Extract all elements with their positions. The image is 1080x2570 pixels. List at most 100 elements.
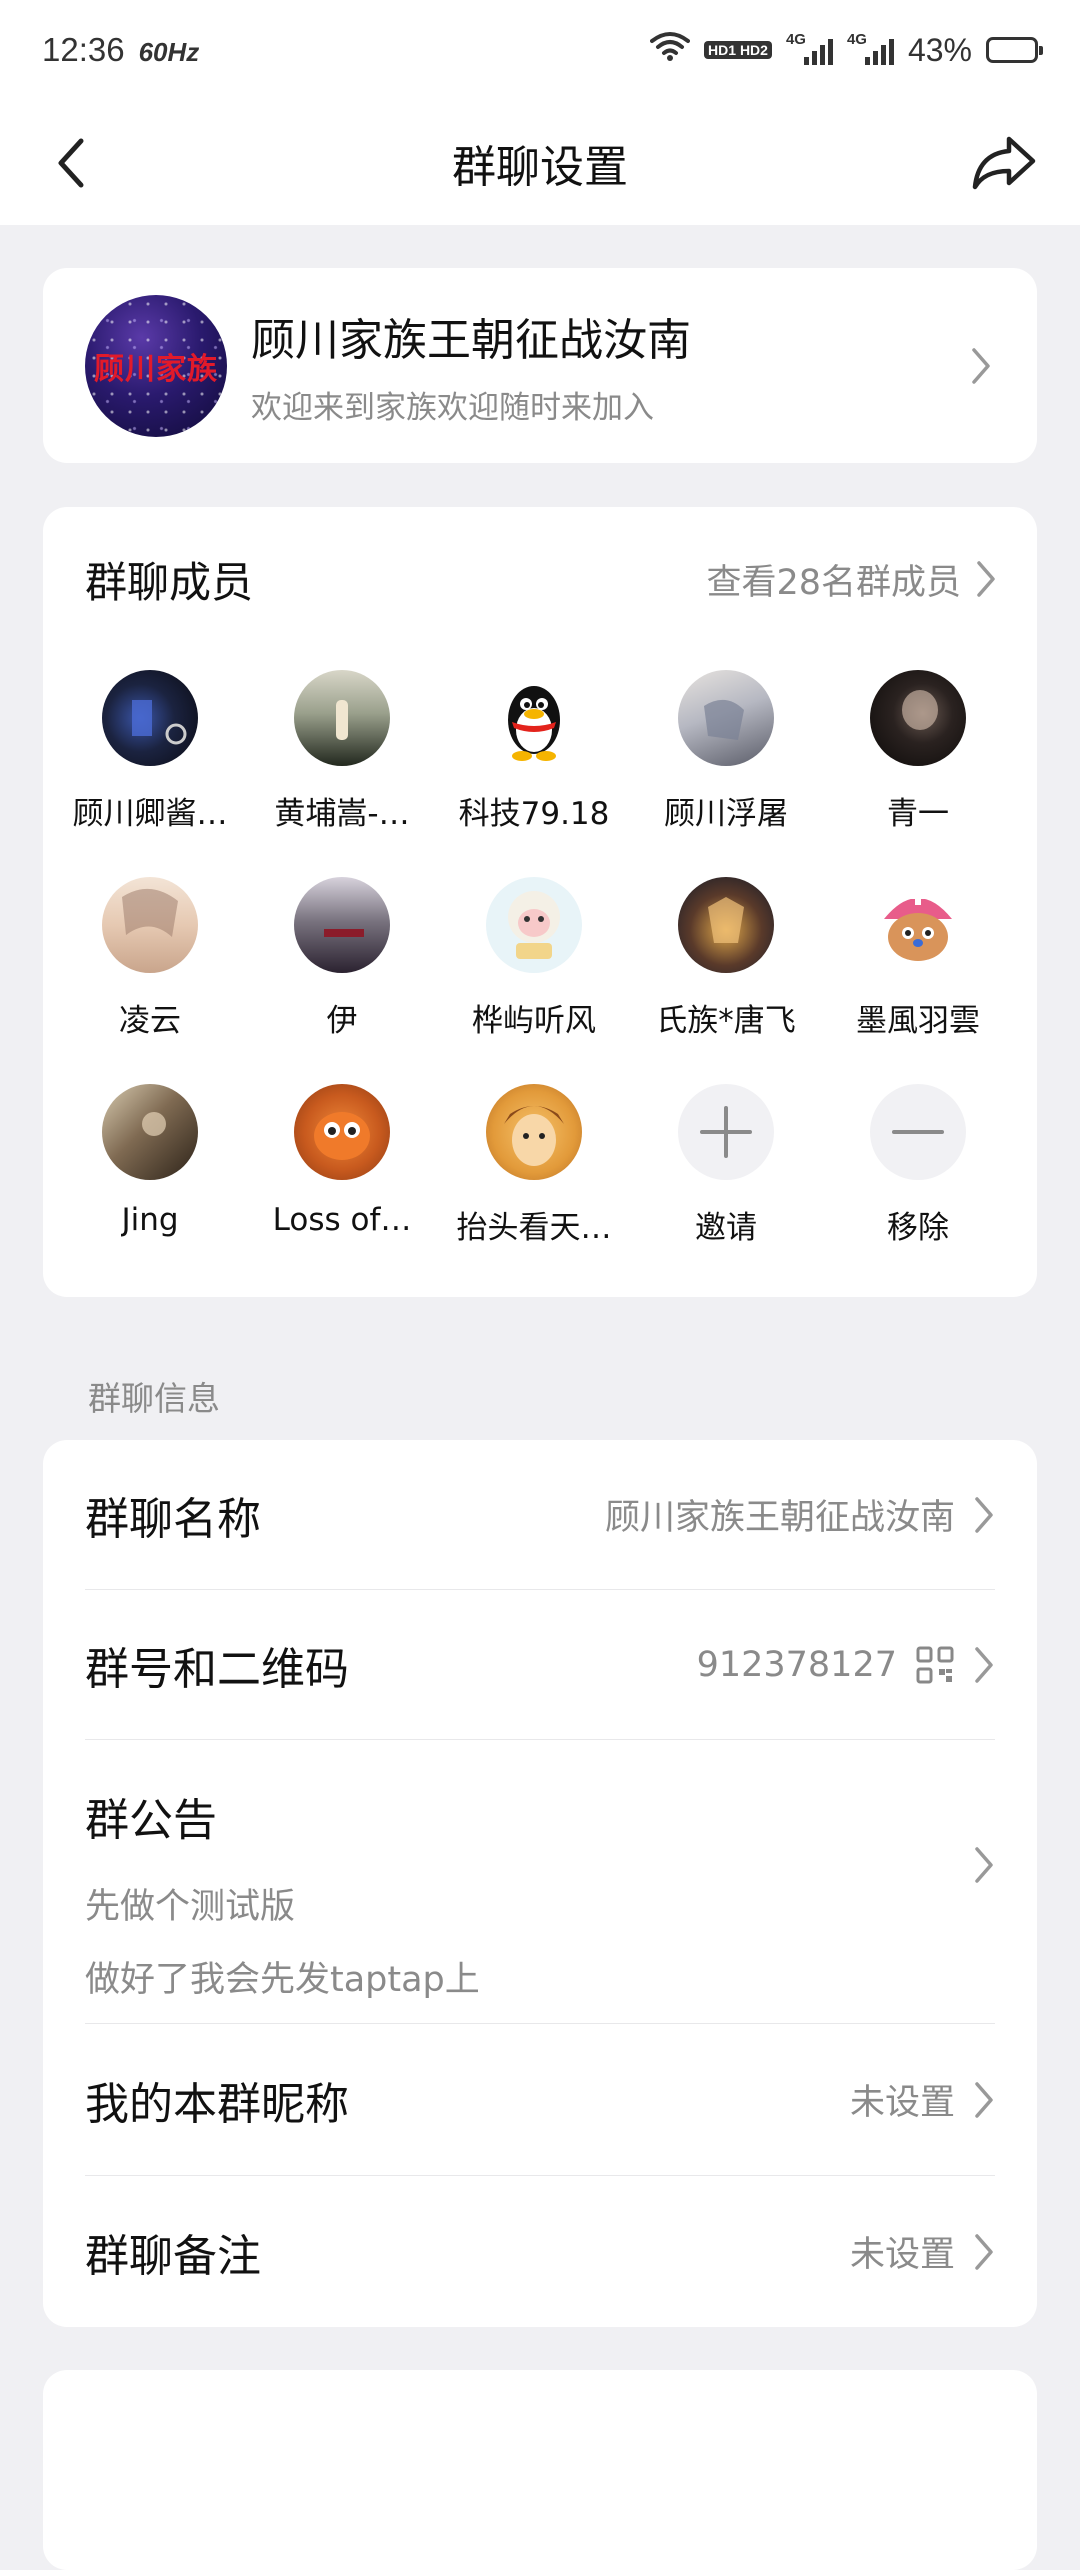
member-item[interactable]: 氏族*唐飞: [631, 877, 821, 1084]
next-settings-card: [43, 2370, 1037, 2570]
member-name: 氏族*唐飞: [656, 1003, 796, 1039]
sheep-icon: [508, 891, 560, 959]
my-nickname-row[interactable]: 我的本群昵称 未设置: [85, 2024, 995, 2176]
minus-icon: [892, 1130, 944, 1134]
group-info-card: 群聊名称 顾川家族王朝征战汝南 群号和二维码 912378127 群公告 先做个…: [43, 1440, 1037, 2327]
member-name: 凌云: [119, 1003, 181, 1039]
battery-percent: 43%: [907, 31, 972, 68]
signal-icon: 4G: [786, 31, 833, 65]
member-item[interactable]: 顾川卿酱…: [55, 670, 245, 877]
group-id-row[interactable]: 群号和二维码 912378127: [85, 1590, 995, 1740]
group-profile-card[interactable]: 顾川家族 顾川家族王朝征战汝南 欢迎来到家族欢迎随时来加入: [43, 268, 1037, 463]
my-nickname-value: 未设置: [849, 2083, 955, 2123]
group-avatar: 顾川家族: [85, 294, 227, 437]
status-bar: 12:36 60Hz HD1 HD2 4G 4G 43%: [0, 0, 1080, 100]
member-avatar: [486, 670, 582, 766]
back-button[interactable]: [36, 128, 106, 198]
group-description: 欢迎来到家族欢迎随时来加入: [251, 390, 654, 426]
member-name: 顾川卿酱…: [72, 796, 228, 832]
invite-label: 邀请: [695, 1210, 757, 1246]
chopper-icon: [884, 887, 952, 961]
invite-circle: [678, 1084, 774, 1180]
member-item[interactable]: 顾川浮屠: [631, 670, 821, 877]
member-name: Loss of…: [272, 1202, 412, 1238]
my-nickname-label: 我的本群昵称: [85, 2078, 349, 2130]
chevron-right-icon: [977, 561, 995, 597]
chevron-right-icon: [975, 1847, 993, 1883]
chevron-right-icon: [975, 1646, 993, 1683]
group-id-label: 群号和二维码: [85, 1643, 349, 1695]
group-notice-line: 先做个测试版: [85, 1887, 296, 1927]
share-icon: [972, 136, 1036, 190]
member-item[interactable]: Loss of…: [247, 1084, 437, 1291]
wifi-icon: [650, 31, 691, 69]
group-name: 顾川家族王朝征战汝南: [251, 315, 691, 366]
plus-icon: [700, 1106, 752, 1158]
member-name: 桦屿听风: [472, 1003, 596, 1039]
remove-label: 移除: [887, 1210, 949, 1246]
chevron-right-icon: [975, 1496, 993, 1533]
hd-badge: HD1 HD2: [704, 41, 772, 59]
view-all-members-label: 查看28名群成员: [706, 562, 961, 603]
members-title: 群聊成员: [85, 557, 254, 607]
member-item[interactable]: 抬头看天…: [439, 1084, 629, 1291]
member-avatar: [486, 877, 582, 973]
member-name: 黄埔嵩-…: [274, 796, 410, 832]
member-item[interactable]: 黄埔嵩-…: [247, 670, 437, 877]
chevron-left-icon: [58, 138, 84, 188]
member-item[interactable]: 桦屿听风: [439, 877, 629, 1084]
member-avatar: [294, 1084, 390, 1180]
member-avatar: [486, 1084, 582, 1180]
qr-code-icon: [916, 1646, 954, 1683]
group-avatar-logo: 顾川家族: [94, 351, 218, 387]
member-item[interactable]: 凌云: [55, 877, 245, 1084]
group-remark-label: 群聊备注: [85, 2230, 261, 2282]
refresh-rate: 60Hz: [138, 37, 200, 67]
member-name: 墨風羽雲: [856, 1003, 980, 1039]
member-item[interactable]: 青一: [823, 670, 1013, 877]
member-avatar: [870, 670, 966, 766]
member-item[interactable]: 科技79.18: [439, 670, 629, 877]
invite-button[interactable]: 邀请: [631, 1084, 821, 1291]
member-avatar: [294, 877, 390, 973]
app-header: 群聊设置: [0, 100, 1080, 225]
member-avatar: [294, 670, 390, 766]
penguin-icon: [508, 686, 560, 761]
member-grid: 顾川卿酱… 黄埔嵩-… 科技79.18 顾川浮屠 青一 凌云 伊 桦屿听风 氏族…: [43, 670, 1037, 1291]
member-avatar: [678, 877, 774, 973]
section-label: 群聊信息: [88, 1379, 220, 1418]
group-name-label: 群聊名称: [85, 1493, 261, 1545]
member-item[interactable]: 伊: [247, 877, 437, 1084]
member-avatar: [102, 670, 198, 766]
member-name: 青一: [887, 796, 949, 832]
group-id-value: 912378127: [696, 1644, 897, 1685]
member-name: 抬头看天…: [456, 1210, 612, 1246]
group-name-value: 顾川家族王朝征战汝南: [604, 1498, 955, 1538]
member-name: 伊: [326, 1003, 358, 1039]
members-card: 群聊成员 查看28名群成员 顾川卿酱… 黄埔嵩-… 科技79.18 顾川浮屠 青…: [43, 507, 1037, 1297]
member-item[interactable]: Jing: [55, 1084, 245, 1291]
chevron-right-icon: [975, 2081, 993, 2118]
member-item[interactable]: 墨風羽雲: [823, 877, 1013, 1084]
signal-icon-2: 4G: [847, 31, 894, 65]
member-avatar: [102, 877, 198, 973]
member-avatar: [102, 1084, 198, 1180]
group-remark-value: 未设置: [849, 2235, 955, 2275]
group-name-row[interactable]: 群聊名称 顾川家族王朝征战汝南: [85, 1440, 995, 1590]
chevron-right-icon: [967, 346, 995, 386]
view-all-members-link[interactable]: 查看28名群成员: [706, 554, 997, 605]
member-name: Jing: [121, 1202, 179, 1238]
group-notice-label: 群公告: [85, 1795, 217, 1846]
member-name: 科技79.18: [458, 796, 610, 832]
member-avatar: [870, 877, 966, 973]
share-button[interactable]: [964, 128, 1044, 198]
remove-circle: [870, 1084, 966, 1180]
remove-button[interactable]: 移除: [823, 1084, 1013, 1291]
group-notice-line: 做好了我会先发taptap上: [85, 1960, 480, 2000]
status-time: 12:36: [42, 31, 125, 68]
page-title: 群聊设置: [452, 141, 628, 193]
battery-icon: [986, 37, 1043, 63]
group-notice-row[interactable]: 群公告 先做个测试版 做好了我会先发taptap上: [85, 1740, 995, 2024]
chevron-right-icon: [975, 2233, 993, 2270]
group-remark-row[interactable]: 群聊备注 未设置: [85, 2176, 995, 2327]
